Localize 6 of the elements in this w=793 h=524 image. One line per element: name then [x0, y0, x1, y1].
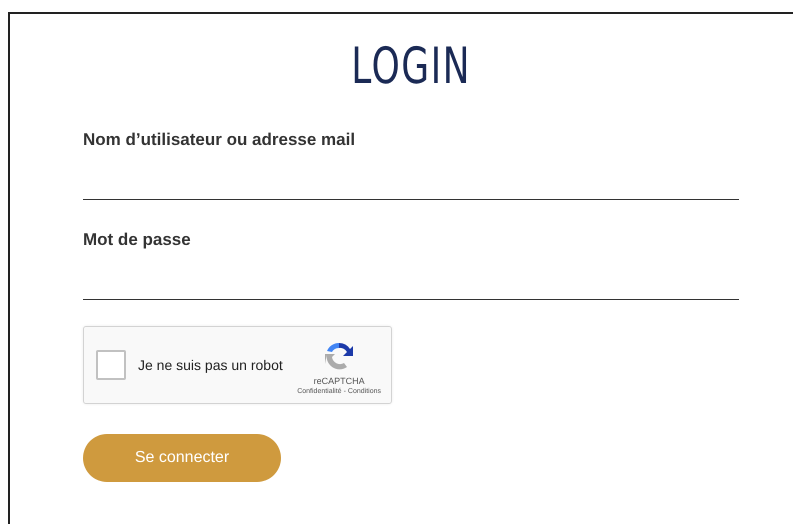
captcha-brand: reCAPTCHA	[314, 376, 365, 386]
captcha-label: Je ne suis pas un robot	[138, 357, 284, 373]
page-title: LOGIN	[351, 41, 471, 91]
field-label: Mot de passe	[83, 230, 192, 250]
field-label: Nom d’utilisateur ou adresse mail	[83, 130, 356, 150]
captcha-checkbox[interactable]	[96, 350, 126, 380]
